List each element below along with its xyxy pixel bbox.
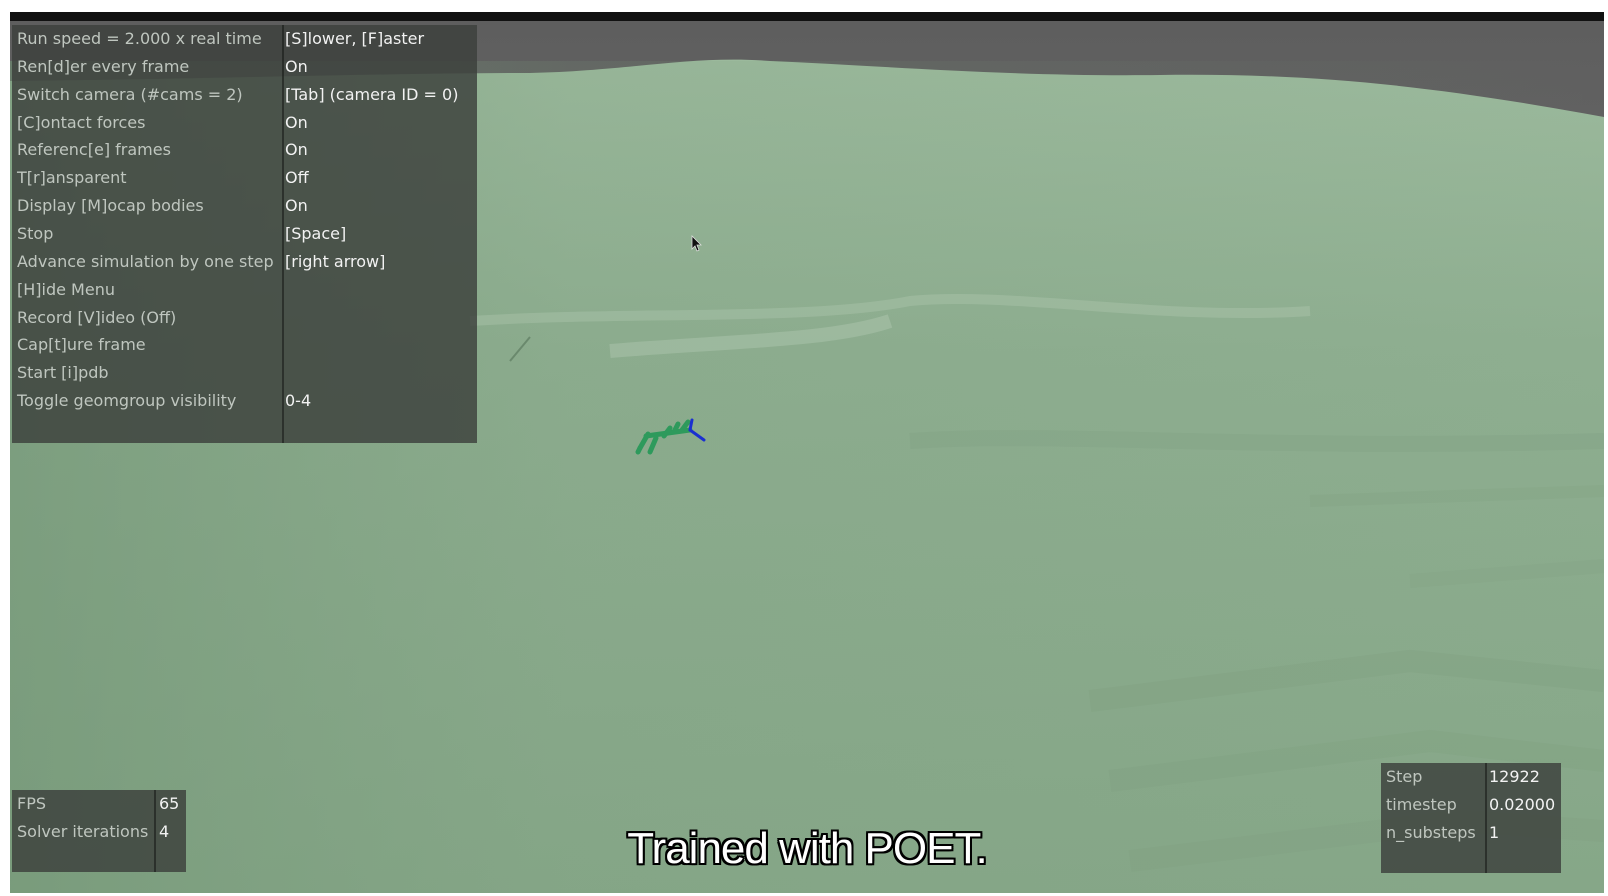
menu-row-record-v-ideo-off[interactable]: Record [V]ideo (Off) — [12, 304, 477, 332]
menu-label: Display [M]ocap bodies — [17, 196, 204, 216]
menu-value: On — [285, 112, 308, 132]
menu-row-toggle-geomgroup-visibility[interactable]: Toggle geomgroup visibility 0-4 — [12, 387, 477, 415]
menu-label: Switch camera (#cams = 2) — [17, 84, 243, 104]
perf-label: FPS — [17, 794, 47, 813]
menu-row-advance-simulation-by-one-step[interactable]: Advance simulation by one step [right arr… — [12, 248, 477, 276]
menu-label: Toggle geomgroup visibility — [17, 391, 237, 411]
menu-value: On — [285, 196, 308, 216]
app-window: Run speed = 2.000 x real time [S]lower, [… — [0, 0, 1608, 896]
menu-label: Stop — [17, 223, 54, 243]
menu-label: [H]ide Menu — [17, 279, 115, 299]
menu-value: [Space] — [285, 223, 347, 243]
menu-row-cap-t-ure-frame[interactable]: Cap[t]ure frame — [12, 331, 477, 359]
menu-row-t-r-ansparent[interactable]: T[r]ansparent Off — [12, 164, 477, 192]
robot-body — [635, 419, 693, 455]
menu-label: Start [i]pdb — [17, 363, 109, 383]
simulation-viewport[interactable]: Run speed = 2.000 x real time [S]lower, [… — [10, 21, 1604, 893]
menu-label: T[r]ansparent — [17, 168, 127, 188]
menu-row-referenc-e-frames[interactable]: Referenc[e] frames On — [12, 136, 477, 164]
window-top-bar — [10, 12, 1604, 21]
robot-frame-axes — [688, 418, 706, 442]
menu-label: Referenc[e] frames — [17, 140, 171, 160]
menu-value: On — [285, 140, 308, 160]
stats-row-timestep[interactable]: timestep 0.02000 — [1381, 791, 1561, 819]
stats-row-step[interactable]: Step 12922 — [1381, 763, 1561, 791]
menu-label: Ren[d]er every frame — [17, 56, 190, 76]
perf-row-fps[interactable]: FPS 65 — [12, 790, 186, 818]
stats-value: 0.02000 — [1489, 795, 1556, 814]
menu-label: [C]ontact forces — [17, 112, 146, 132]
mouse-pointer-icon — [691, 235, 702, 252]
menu-label: Advance simulation by one step — [17, 251, 274, 271]
menu-row-c-ontact-forces[interactable]: [C]ontact forces On — [12, 109, 477, 137]
menu-row-display-m-ocap-bodies[interactable]: Display [M]ocap bodies On — [12, 192, 477, 220]
simulation-menu-panel: Run speed = 2.000 x real time [S]lower, [… — [12, 25, 477, 443]
stats-label: Step — [1386, 767, 1423, 786]
quadruped-robot — [635, 418, 706, 455]
menu-value: On — [285, 56, 308, 76]
menu-row-stop[interactable]: Stop [Space] — [12, 220, 477, 248]
perf-value: 65 — [159, 794, 180, 813]
menu-label: Cap[t]ure frame — [17, 335, 146, 355]
menu-row-start-i-pdb[interactable]: Start [i]pdb — [12, 359, 477, 387]
menu-value: [Tab] (camera ID = 0) — [285, 84, 459, 104]
stats-value: 12922 — [1489, 767, 1540, 786]
menu-value: Off — [285, 168, 309, 188]
menu-row-h-ide-menu[interactable]: [H]ide Menu — [12, 276, 477, 304]
menu-label: Run speed = 2.000 x real time — [17, 29, 262, 48]
menu-row-ren-d-er-every-frame[interactable]: Ren[d]er every frame On — [12, 53, 477, 81]
menu-label: Record [V]ideo (Off) — [17, 307, 177, 327]
menu-row-run-speed-2-000-x-real-time[interactable]: Run speed = 2.000 x real time [S]lower, [… — [12, 25, 477, 53]
stats-label: timestep — [1386, 795, 1457, 814]
menu-value: [right arrow] — [285, 251, 386, 271]
menu-value: 0-4 — [285, 391, 312, 411]
video-caption: Trained with POET. — [627, 824, 987, 873]
menu-row-switch-camera-cams-2[interactable]: Switch camera (#cams = 2) [Tab] (camera I… — [12, 81, 477, 109]
menu-value: [S]lower, [F]aster — [285, 29, 425, 48]
